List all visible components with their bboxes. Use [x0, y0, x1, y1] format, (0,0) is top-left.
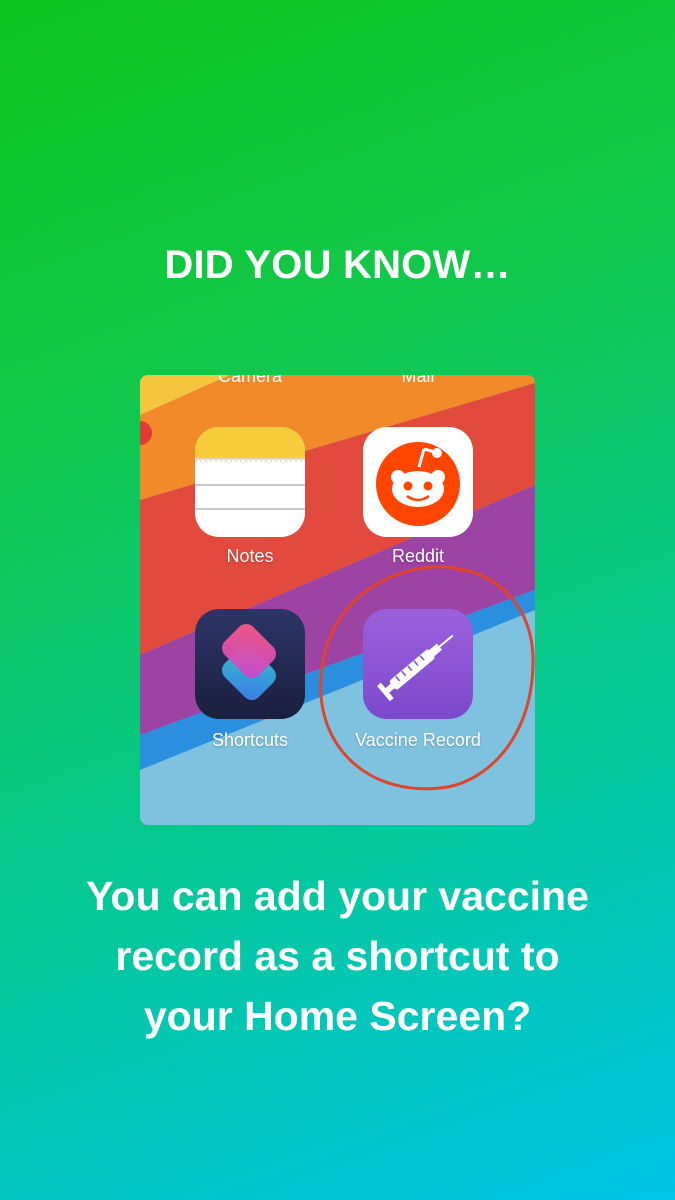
caption-line-2: record as a shortcut to	[115, 933, 560, 979]
caption: You can add your vaccine record as a sho…	[0, 866, 675, 1046]
shortcuts-label: Shortcuts	[211, 730, 289, 750]
shortcuts-icon	[195, 609, 305, 719]
headline: DID YOU KNOW…	[164, 243, 511, 287]
reddit-icon	[363, 427, 473, 537]
syringe-icon	[363, 609, 473, 719]
reddit-app-icon[interactable]	[363, 427, 473, 537]
notes-icon	[195, 427, 305, 537]
camera-label: Camera	[217, 375, 283, 386]
vaccine-record-label: Vaccine Record	[355, 730, 481, 750]
home-screen-screenshot: Camera Mail Notes Reddit Shortcuts Vacci…	[140, 375, 535, 825]
mail-label: Mail	[401, 375, 435, 386]
notes-app-icon[interactable]	[195, 427, 305, 537]
shortcuts-app-icon[interactable]	[195, 609, 305, 719]
reddit-label: Reddit	[391, 546, 445, 566]
notes-label: Notes	[226, 546, 274, 566]
caption-line-1: You can add your vaccine	[86, 873, 589, 919]
caption-line-3: your Home Screen?	[143, 993, 532, 1039]
vaccine-record-app-icon[interactable]	[363, 609, 473, 719]
